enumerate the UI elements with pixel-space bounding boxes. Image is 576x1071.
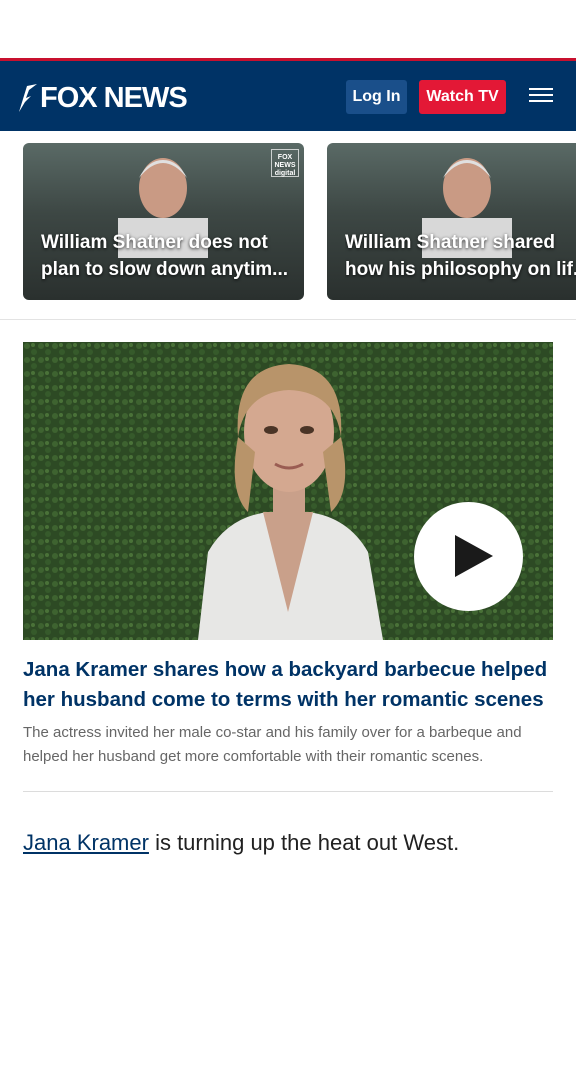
logo-swoosh-icon (19, 84, 37, 112)
carousel-card-title: William Shatner shared how his philosoph… (345, 232, 576, 280)
carousel-card[interactable]: William Shatner shared how his philosoph… (327, 143, 576, 300)
article-paragraph: Jana Kramer is turning up the heat out W… (23, 828, 553, 858)
jana-kramer-link[interactable]: Jana Kramer (23, 830, 149, 855)
carousel-card[interactable]: FOX NEWS digital William Shatner does no… (23, 143, 304, 300)
play-button[interactable] (414, 502, 523, 611)
divider (23, 791, 553, 792)
article-paragraph-text: is turning up the heat out West. (148, 830, 460, 855)
hamburger-menu-icon[interactable] (529, 88, 553, 106)
video-player-thumbnail[interactable] (23, 342, 553, 640)
site-header: FOX NEWS Log In Watch TV (0, 58, 576, 131)
fox-news-digital-watermark: FOX NEWS digital (271, 149, 299, 177)
play-icon (455, 535, 493, 577)
login-button[interactable]: Log In (346, 80, 407, 114)
fox-news-logo[interactable]: FOX NEWS (17, 79, 188, 117)
carousel-card-title: William Shatner does not plan to slow do… (41, 232, 289, 280)
watch-tv-button[interactable]: Watch TV (419, 80, 506, 114)
brand-wordmark: FOX NEWS (40, 82, 188, 114)
ad-placeholder (0, 0, 576, 58)
video-carousel: FOX NEWS digital William Shatner does no… (0, 131, 576, 320)
video-headline-link[interactable]: Jana Kramer shares how a backyard barbec… (23, 655, 563, 715)
video-description: The actress invited her male co-star and… (23, 724, 522, 765)
